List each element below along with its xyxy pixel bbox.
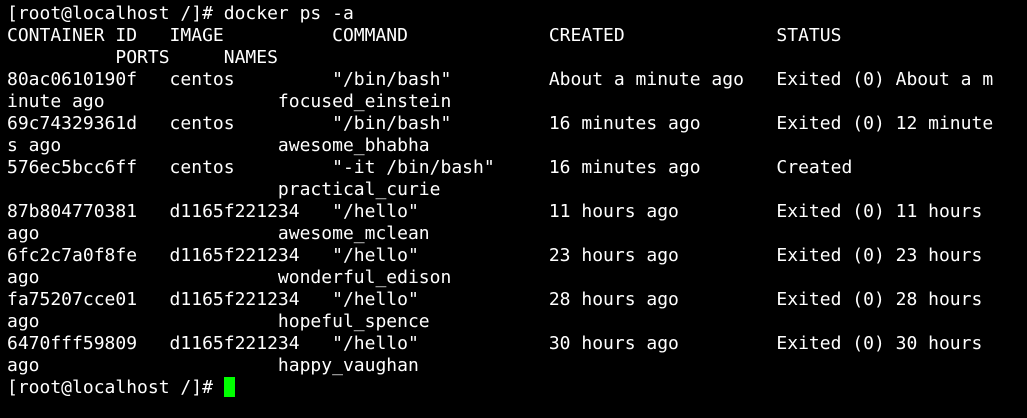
table-row-wrap: s ago awesome_bhabha <box>7 135 430 156</box>
terminal-window[interactable]: [root@localhost /]# docker ps -a CONTAIN… <box>0 0 1027 418</box>
prompt-line[interactable]: [root@localhost /]# <box>7 377 1027 399</box>
table-row-wrap: practical_curie <box>7 179 441 200</box>
shell-prompt: [root@localhost /]# <box>7 377 224 398</box>
table-row: 87b804770381 d1165f221234 "/hello" 11 ho… <box>7 201 983 222</box>
table-row: 576ec5bcc6ff centos "-it /bin/bash" 16 m… <box>7 157 853 178</box>
table-row: 6470fff59809 d1165f221234 "/hello" 30 ho… <box>7 333 983 354</box>
table-row-wrap: ago happy_vaughan <box>7 355 419 376</box>
table-row: 69c74329361d centos "/bin/bash" 16 minut… <box>7 113 994 134</box>
table-row-wrap: ago awesome_mclean <box>7 223 430 244</box>
table-row-wrap: ago wonderful_edison <box>7 267 452 288</box>
table-row-wrap: inute ago focused_einstein <box>7 91 452 112</box>
table-row: 80ac0610190f centos "/bin/bash" About a … <box>7 69 994 90</box>
terminal-line-command: [root@localhost /]# docker ps -a <box>7 3 354 24</box>
table-header-continued: PORTS NAMES <box>7 47 278 68</box>
table-row: fa75207cce01 d1165f221234 "/hello" 28 ho… <box>7 289 983 310</box>
table-row-wrap: ago hopeful_spence <box>7 311 430 332</box>
table-row: 6fc2c7a0f8fe d1165f221234 "/hello" 23 ho… <box>7 245 983 266</box>
text-cursor <box>223 377 235 397</box>
table-header: CONTAINER ID IMAGE COMMAND CREATED STATU… <box>7 25 842 46</box>
